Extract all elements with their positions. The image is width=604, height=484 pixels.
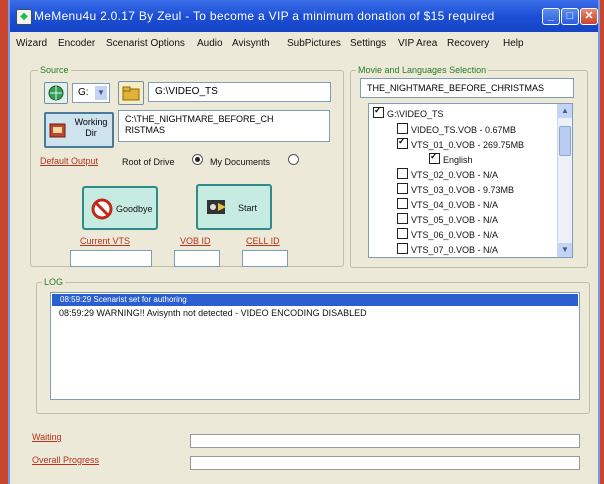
source-path-field[interactable]: G:\VIDEO_TS	[148, 82, 331, 102]
menu-avisynth[interactable]: Avisynth	[232, 38, 270, 49]
globe-icon	[48, 85, 64, 101]
tree-checkbox[interactable]	[397, 123, 408, 134]
chevron-down-icon[interactable]: ▼	[95, 86, 107, 100]
tree-item[interactable]: VTS_01_0.VOB - 269.75MB	[397, 136, 524, 150]
tree-item-language[interactable]: English	[429, 151, 473, 165]
start-button[interactable]: Start	[196, 184, 272, 230]
tree-checkbox[interactable]	[397, 136, 408, 149]
movie-group-label: Movie and Languages Selection	[356, 65, 489, 75]
refresh-drive-button[interactable]	[44, 82, 68, 104]
tree-checkbox[interactable]	[397, 213, 408, 224]
menu-help[interactable]: Help	[503, 38, 524, 49]
tree-scrollbar[interactable]: ▲ ▼	[557, 104, 572, 257]
tree-checkbox[interactable]	[397, 168, 408, 179]
overall-progress-label: Overall Progress	[32, 455, 100, 465]
start-icon	[207, 200, 226, 214]
tree-item[interactable]: VTS_07_0.VOB - N/A	[397, 243, 498, 255]
current-vts-label: Current VTS	[80, 236, 131, 246]
menu-vip-area[interactable]: VIP Area	[398, 38, 437, 49]
title-bar[interactable]: ◆ MeMenu4u 2.0.17 By Zeul - To become a …	[10, 0, 598, 32]
menu-wizard[interactable]: Wizard	[16, 38, 47, 49]
my-documents-label: My Documents	[210, 157, 271, 167]
vob-id-field	[174, 250, 220, 267]
default-output-label: Default Output	[40, 156, 99, 166]
tree-checkbox[interactable]	[429, 151, 440, 164]
menu-settings[interactable]: Settings	[350, 38, 386, 49]
movie-title-field[interactable]: THE_NIGHTMARE_BEFORE_CHRISTMAS	[360, 78, 574, 98]
tree-item[interactable]: VTS_03_0.VOB - 9.73MB	[397, 183, 514, 195]
tree-checkbox[interactable]	[397, 183, 408, 194]
overall-progress-bar	[190, 456, 580, 470]
working-dir-button[interactable]: Working Dir	[44, 112, 114, 148]
menu-subpictures[interactable]: SubPictures	[287, 38, 341, 49]
radio-selected-dot	[195, 157, 200, 162]
log-group-label: LOG	[42, 277, 66, 287]
my-documents-radio[interactable]	[288, 154, 299, 165]
working-dir-path-field[interactable]: C:\THE_NIGHTMARE_BEFORE_CHRISTMAS	[118, 110, 330, 142]
menu-bar: Wizard Encoder Scenarist Options Audio A…	[10, 34, 598, 52]
window-title: MeMenu4u 2.0.17 By Zeul - To become a VI…	[34, 9, 495, 23]
log-line[interactable]: 08:59:29 WARNING!! Avisynth not detected…	[59, 308, 367, 318]
stop-icon	[91, 198, 113, 220]
cell-id-field	[242, 250, 288, 267]
tree-root[interactable]: G:\VIDEO_TS	[373, 105, 444, 119]
working-dir-icon	[49, 123, 66, 138]
tree-checkbox[interactable]	[397, 243, 408, 254]
maximize-icon[interactable]: □	[561, 8, 579, 25]
tree-root-checkbox[interactable]	[373, 105, 384, 118]
tree-checkbox[interactable]	[397, 198, 408, 209]
waiting-progress-bar	[190, 434, 580, 448]
log-list[interactable]: 08:59:29 Scenarist set for authoring 08:…	[50, 292, 580, 400]
current-vts-field	[70, 250, 152, 267]
tree-item[interactable]: VIDEO_TS.VOB - 0.67MB	[397, 123, 516, 135]
scroll-up-icon[interactable]: ▲	[558, 104, 572, 118]
drive-select[interactable]: G: ▼	[72, 83, 110, 103]
app-window: ◆ MeMenu4u 2.0.17 By Zeul - To become a …	[8, 0, 600, 484]
cell-id-label: CELL ID	[246, 236, 280, 246]
source-group-label: Source	[38, 65, 71, 75]
menu-recovery[interactable]: Recovery	[447, 38, 489, 49]
close-icon[interactable]: ✕	[580, 8, 598, 25]
goodbye-button[interactable]: Goodbye	[82, 186, 158, 230]
log-selected-line[interactable]: 08:59:29 Scenarist set for authoring	[52, 294, 578, 306]
vob-id-label: VOB ID	[180, 236, 211, 246]
tree-checkbox[interactable]	[397, 228, 408, 239]
minimize-icon[interactable]: _	[542, 8, 560, 25]
tree-item[interactable]: VTS_02_0.VOB - N/A	[397, 168, 498, 180]
waiting-label: Waiting	[32, 432, 62, 442]
vob-tree[interactable]: G:\VIDEO_TS VIDEO_TS.VOB - 0.67MB VTS_01…	[368, 103, 573, 258]
scroll-down-icon[interactable]: ▼	[558, 243, 572, 257]
root-of-drive-radio[interactable]	[192, 154, 203, 165]
tree-item[interactable]: VTS_05_0.VOB - N/A	[397, 213, 498, 225]
menu-encoder[interactable]: Encoder	[58, 38, 95, 49]
browse-folder-button[interactable]	[118, 81, 144, 105]
tree-item[interactable]: VTS_04_0.VOB - N/A	[397, 198, 498, 210]
app-icon: ◆	[16, 9, 32, 25]
root-of-drive-label: Root of Drive	[122, 157, 175, 167]
folder-icon	[122, 86, 140, 101]
tree-item[interactable]: VTS_06_0.VOB - N/A	[397, 228, 498, 240]
menu-scenarist-options[interactable]: Scenarist Options	[106, 38, 185, 49]
menu-audio[interactable]: Audio	[197, 38, 223, 49]
scroll-thumb[interactable]	[559, 126, 571, 156]
